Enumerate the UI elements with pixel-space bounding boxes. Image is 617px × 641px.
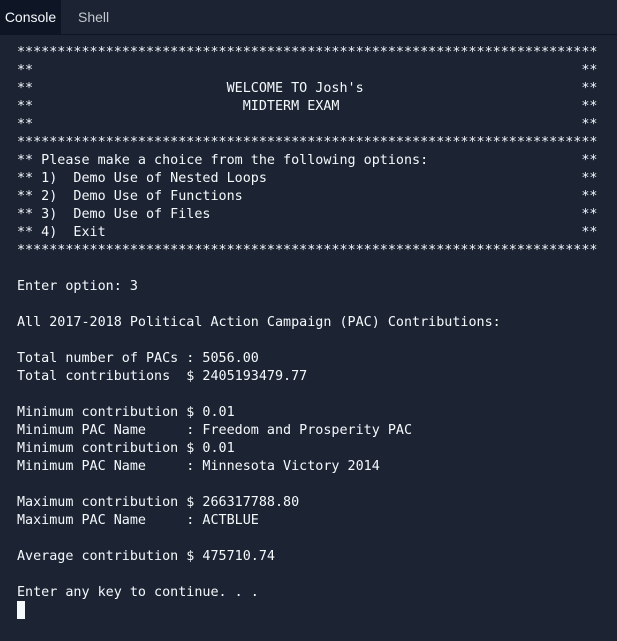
console-line: Maximum contribution $ 266317788.80 xyxy=(17,495,300,510)
console-line: All 2017-2018 Political Action Campaign … xyxy=(17,315,501,330)
console-line: Enter any key to continue. . . xyxy=(17,585,259,600)
tab-bar: Console Shell xyxy=(0,0,617,35)
console-line: ** MIDTERM EXAM ** xyxy=(17,99,598,114)
console-line: ** ** xyxy=(17,117,598,132)
console-line: ****************************************… xyxy=(17,135,598,150)
text-cursor xyxy=(17,601,25,619)
console-line: ** 2) Demo Use of Functions ** xyxy=(17,189,598,204)
console-line: Minimum PAC Name : Minnesota Victory 201… xyxy=(17,459,380,474)
console-output-pane[interactable]: ****************************************… xyxy=(0,35,617,641)
replit-console-app: Console Shell **************************… xyxy=(0,0,617,641)
console-line: ****************************************… xyxy=(17,243,598,258)
console-line: Maximum PAC Name : ACTBLUE xyxy=(17,513,259,528)
console-line: ** 4) Exit ** xyxy=(17,225,598,240)
console-line: ** 1) Demo Use of Nested Loops ** xyxy=(17,171,598,186)
console-line: ** Please make a choice from the followi… xyxy=(17,153,598,168)
console-line: Minimum contribution $ 0.01 xyxy=(17,441,235,456)
console-line: Minimum PAC Name : Freedom and Prosperit… xyxy=(17,423,413,438)
console-line: Average contribution $ 475710.74 xyxy=(17,549,275,564)
console-line: Total contributions $ 2405193479.77 xyxy=(17,369,308,384)
console-line: ** ** xyxy=(17,63,598,78)
console-line: ** WELCOME TO Josh's ** xyxy=(17,81,598,96)
console-line: Minimum contribution $ 0.01 xyxy=(17,405,235,420)
tab-console[interactable]: Console xyxy=(0,0,61,34)
console-line: Enter option: 3 xyxy=(17,279,138,294)
console-line: Total number of PACs : 5056.00 xyxy=(17,351,259,366)
console-output: ****************************************… xyxy=(17,44,597,602)
tab-shell[interactable]: Shell xyxy=(72,0,115,34)
console-line: ****************************************… xyxy=(17,45,598,60)
console-line: ** 3) Demo Use of Files ** xyxy=(17,207,598,222)
